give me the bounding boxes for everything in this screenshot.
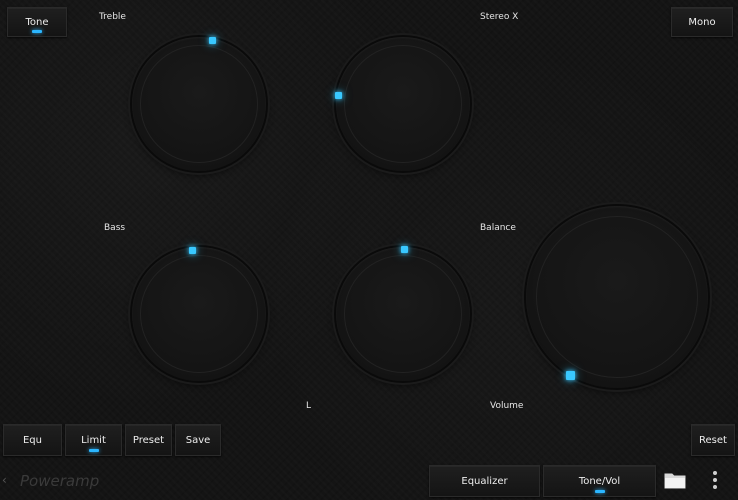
- stereo-x-knob-indicator: [335, 92, 342, 99]
- preset-button-label: Preset: [132, 434, 165, 446]
- tone-button-label: Tone: [25, 16, 49, 28]
- more-vertical-icon[interactable]: [710, 470, 720, 490]
- limit-button-label: Limit: [81, 434, 106, 446]
- stereo-x-label: Stereo X: [480, 12, 519, 22]
- tone-vol-tab[interactable]: Tone/Vol: [543, 465, 656, 497]
- poweramp-brand: Poweramp: [20, 472, 100, 490]
- reset-button[interactable]: Reset: [691, 424, 735, 456]
- mono-button[interactable]: Mono: [671, 7, 733, 37]
- limit-button[interactable]: Limit: [65, 424, 122, 456]
- balance-knob[interactable]: [336, 246, 470, 381]
- equalizer-tab-label: Equalizer: [461, 475, 508, 487]
- tone-button[interactable]: Tone: [7, 7, 67, 37]
- stereo-x-knob[interactable]: [335, 37, 470, 171]
- treble-label: Treble: [99, 12, 126, 22]
- volume-knob-face: [536, 216, 698, 378]
- balance-label: Balance: [480, 223, 516, 233]
- balance-l-label: L: [306, 401, 312, 411]
- bass-knob[interactable]: [132, 247, 266, 381]
- tone-vol-led-indicator: [594, 490, 605, 493]
- volume-knob[interactable]: [526, 206, 708, 388]
- folder-icon[interactable]: [664, 471, 686, 489]
- treble-knob-indicator: [209, 37, 216, 44]
- bass-knob-indicator: [189, 247, 196, 254]
- back-chevron-icon[interactable]: ‹: [2, 473, 7, 487]
- treble-knob[interactable]: [132, 37, 266, 171]
- tone-vol-tab-label: Tone/Vol: [578, 475, 621, 487]
- volume-knob-indicator: [566, 371, 575, 380]
- volume-label: Volume: [490, 401, 524, 411]
- balance-knob-face: [344, 255, 462, 373]
- tone-led-indicator: [32, 30, 42, 33]
- mono-button-label: Mono: [688, 16, 716, 28]
- equ-button[interactable]: Equ: [3, 424, 62, 456]
- bass-knob-face: [140, 255, 258, 373]
- stereo-x-knob-face: [344, 45, 462, 163]
- save-button-label: Save: [185, 434, 211, 446]
- limit-led-indicator: [88, 449, 99, 452]
- treble-knob-face: [140, 45, 258, 163]
- preset-button[interactable]: Preset: [125, 424, 172, 456]
- balance-knob-indicator: [401, 246, 408, 253]
- save-button[interactable]: Save: [175, 424, 221, 456]
- equalizer-tab[interactable]: Equalizer: [429, 465, 540, 497]
- reset-button-label: Reset: [699, 434, 727, 446]
- equ-button-label: Equ: [22, 434, 42, 446]
- bass-label: Bass: [104, 223, 126, 233]
